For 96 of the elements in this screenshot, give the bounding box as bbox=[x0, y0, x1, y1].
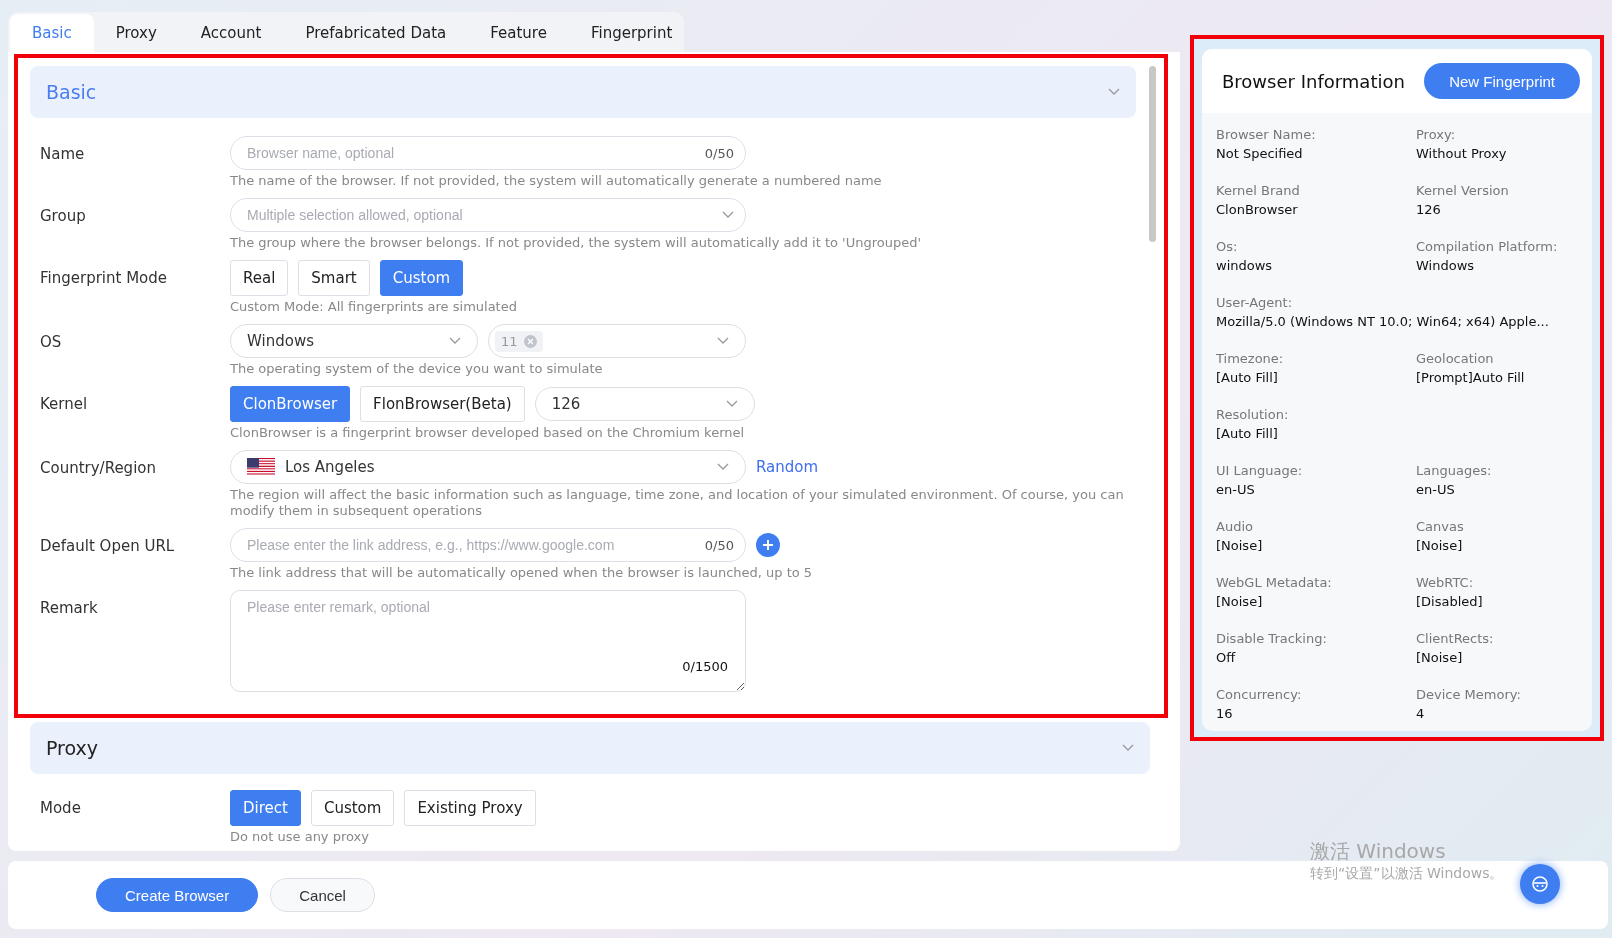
option-button[interactable]: FlonBrowser(Beta) bbox=[360, 386, 525, 422]
character-counter: 0/1500 bbox=[682, 659, 728, 674]
section-title: Proxy bbox=[46, 737, 99, 759]
section-header[interactable]: Proxy bbox=[30, 722, 1150, 774]
tab[interactable]: Proxy bbox=[93, 14, 179, 52]
field-hint: The name of the browser. If not provided, the system will automatically generate a numbered name bbox=[230, 173, 882, 189]
info-value: 126 bbox=[1416, 201, 1442, 219]
chevron-down-icon bbox=[725, 400, 738, 408]
option-button[interactable]: Smart bbox=[298, 260, 370, 296]
info-value: [Noise] bbox=[1216, 593, 1264, 611]
info-label: WebRTC: bbox=[1416, 574, 1475, 592]
field-label: OS bbox=[40, 332, 63, 353]
random-link[interactable]: Random bbox=[756, 458, 819, 476]
chevron-down-icon bbox=[717, 337, 729, 345]
info-value: Not Specified bbox=[1216, 145, 1304, 163]
chevron-down-icon bbox=[1108, 88, 1120, 96]
info-label: Languages: bbox=[1416, 462, 1493, 480]
field-label: Country/Region bbox=[40, 458, 157, 479]
character-counter: 0/50 bbox=[704, 537, 734, 553]
info-label: Audio bbox=[1216, 518, 1254, 536]
field-label: Default Open URL bbox=[40, 536, 176, 557]
field-label: Name bbox=[40, 144, 86, 165]
field-label: Mode bbox=[40, 798, 82, 819]
info-value: windows bbox=[1216, 257, 1274, 275]
info-label: ClientRects: bbox=[1416, 630, 1495, 648]
tab[interactable]: Feature bbox=[468, 14, 569, 52]
info-value: [Disabled] bbox=[1416, 593, 1484, 611]
info-label: Canvas bbox=[1416, 518, 1465, 536]
field-label: Kernel bbox=[40, 394, 89, 415]
info-value: [Auto Fill] bbox=[1216, 369, 1279, 387]
info-value: Off bbox=[1216, 649, 1237, 667]
tab[interactable]: Basic bbox=[10, 14, 94, 52]
panel-title: Browser Information bbox=[1222, 70, 1405, 92]
info-value: 16 bbox=[1216, 705, 1234, 723]
option-button[interactable]: Custom bbox=[379, 260, 464, 296]
info-label: Geolocation bbox=[1416, 350, 1495, 368]
info-value: [Noise] bbox=[1416, 537, 1464, 555]
field-hint: Do not use any proxy bbox=[230, 829, 370, 845]
info-value: Without Proxy bbox=[1416, 145, 1508, 163]
info-label: Proxy: bbox=[1416, 126, 1457, 144]
field-hint: The group where the browser belongs. If not provided, the system will automatically add it to 'Ungrouped' bbox=[230, 235, 921, 251]
activation-watermark-title: 激活 Windows bbox=[1310, 838, 1447, 865]
option-button[interactable]: Existing Proxy bbox=[404, 790, 536, 826]
info-value: en-US bbox=[1216, 481, 1256, 499]
character-counter: 0/50 bbox=[704, 145, 734, 161]
info-label: Concurrency: bbox=[1216, 686, 1303, 704]
activation-watermark-text: 转到“设置”以激活 Windows。 bbox=[1310, 865, 1504, 883]
section-title: Basic bbox=[46, 81, 97, 103]
info-label: Disable Tracking: bbox=[1216, 630, 1328, 648]
footer-button[interactable]: Create Browser bbox=[96, 878, 259, 912]
info-value: 4 bbox=[1416, 705, 1426, 723]
field-hint: The operating system of the device you want to simulate bbox=[230, 361, 604, 377]
info-label: Kernel Version bbox=[1416, 182, 1510, 200]
info-value: en-US bbox=[1416, 481, 1456, 499]
chevron-down-icon bbox=[1122, 744, 1134, 752]
info-value: [Prompt]Auto Fill bbox=[1416, 369, 1526, 387]
info-value: Mozilla/5.0 (Windows NT 10.0; Win64; x64) Apple... bbox=[1216, 313, 1550, 331]
info-label: Os: bbox=[1216, 238, 1239, 256]
info-label: Kernel Brand bbox=[1216, 182, 1301, 200]
info-label: Browser Name: bbox=[1216, 126, 1317, 144]
new-fingerprint-button[interactable]: New Fingerprint bbox=[1424, 63, 1580, 99]
tab[interactable]: Fingerprint bbox=[568, 14, 695, 52]
field-hint: The link address that will be automatically opened when the browser is launched, up to 5 bbox=[230, 565, 813, 581]
field-hint: The region will affect the basic information such as language, time zone, and location of your simulated environment. Of course, you can modify them in subsequent operations bbox=[230, 487, 1125, 519]
tab[interactable]: Account bbox=[178, 14, 284, 52]
group-select[interactable]: Multiple selection allowed, optional bbox=[230, 198, 746, 232]
scrollbar[interactable] bbox=[1149, 66, 1156, 242]
option-button[interactable]: Direct bbox=[230, 790, 301, 826]
info-label: UI Language: bbox=[1216, 462, 1304, 480]
add-icon[interactable] bbox=[756, 533, 780, 557]
chevron-down-icon bbox=[722, 211, 734, 219]
chevron-down-icon bbox=[717, 463, 729, 471]
chevron-down-icon bbox=[449, 337, 461, 345]
option-button[interactable]: Custom bbox=[310, 790, 395, 826]
info-label: User-Agent: bbox=[1216, 294, 1294, 312]
version-tag: 11 bbox=[495, 330, 543, 352]
field-label: Remark bbox=[40, 598, 99, 619]
field-label: Fingerprint Mode bbox=[40, 268, 168, 289]
option-button[interactable]: Real bbox=[230, 260, 289, 296]
flag-icon bbox=[247, 458, 275, 476]
info-label: Timezone: bbox=[1216, 350, 1285, 368]
tab[interactable]: Prefabricated Data bbox=[283, 14, 469, 52]
info-value: ClonBrowser bbox=[1216, 201, 1299, 219]
info-value: Windows bbox=[1416, 257, 1476, 275]
info-label: Device Memory: bbox=[1416, 686, 1522, 704]
info-value: [Noise] bbox=[1416, 649, 1464, 667]
field-hint: Custom Mode: All fingerprints are simulated bbox=[230, 299, 517, 315]
footer-button[interactable]: Cancel bbox=[270, 878, 375, 912]
option-button[interactable]: ClonBrowser bbox=[230, 386, 351, 422]
info-value: [Auto Fill] bbox=[1216, 425, 1279, 443]
field-label: Group bbox=[40, 206, 87, 227]
field-hint: ClonBrowser is a fingerprint browser developed based on the Chromium kernel bbox=[230, 425, 746, 441]
info-label: WebGL Metadata: bbox=[1216, 574, 1333, 592]
info-value: [Noise] bbox=[1216, 537, 1264, 555]
info-label: Resolution: bbox=[1216, 406, 1290, 424]
info-label: Compilation Platform: bbox=[1416, 238, 1559, 256]
